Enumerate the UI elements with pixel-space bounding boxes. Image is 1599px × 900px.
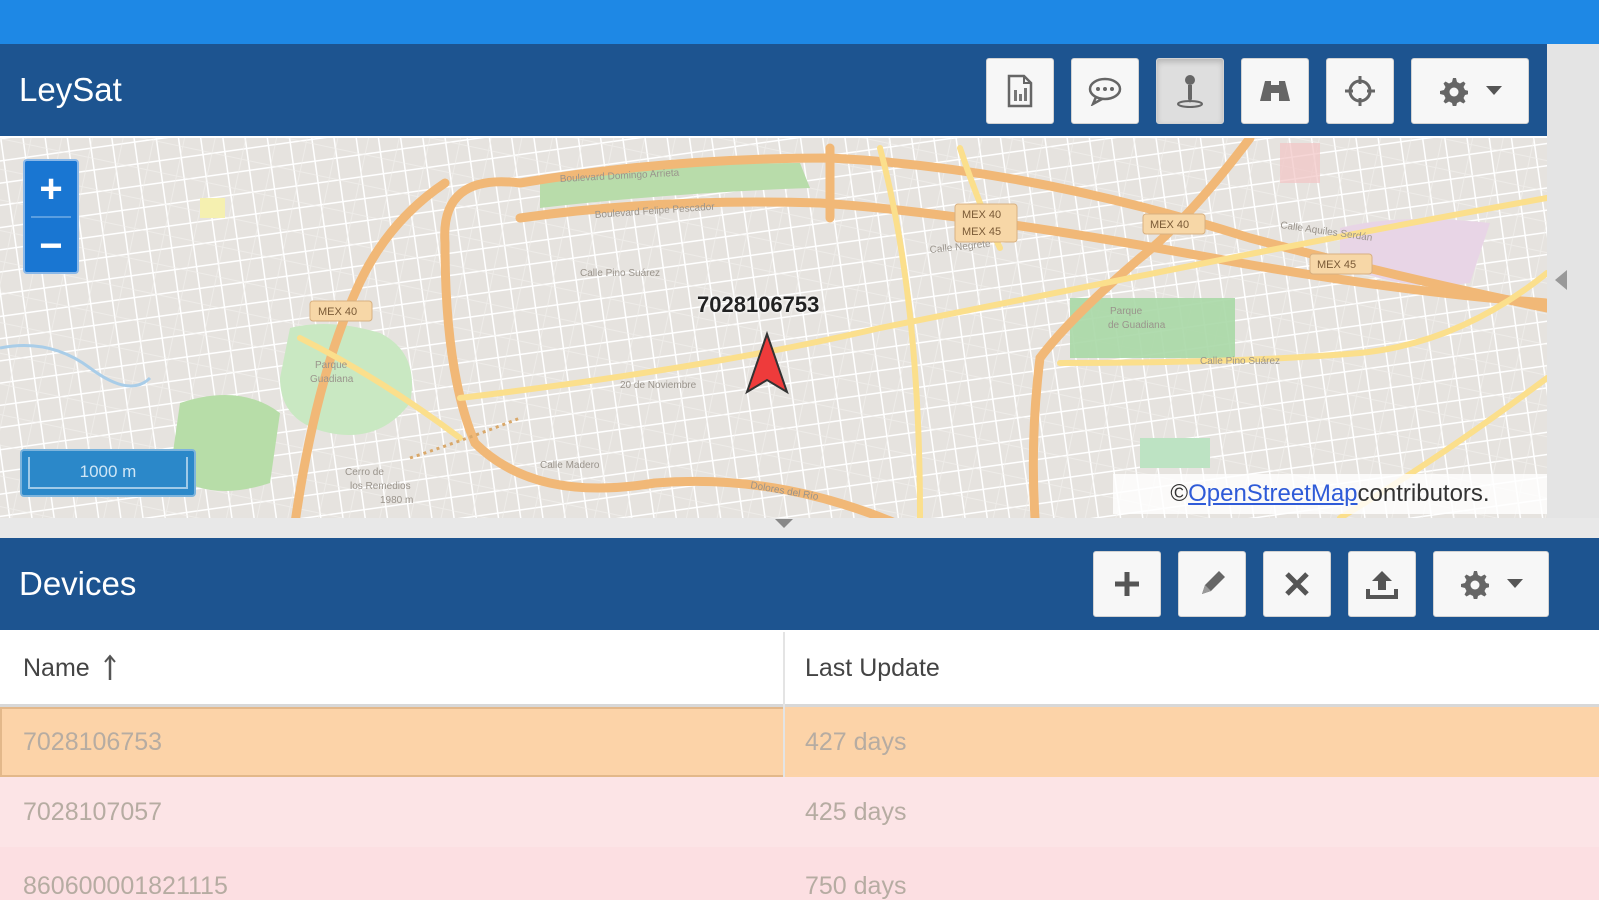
devices-settings-button[interactable]: [1433, 551, 1549, 617]
sort-ascending-icon: [103, 654, 116, 680]
column-separator: [783, 632, 785, 777]
scale-bar: 1000 m: [20, 449, 196, 497]
column-name-label: Name: [23, 653, 90, 682]
svg-text:20 de Noviembre: 20 de Noviembre: [620, 380, 697, 391]
settings-icon: [1461, 571, 1489, 599]
column-last-update[interactable]: Last Update: [805, 632, 940, 704]
follow-button[interactable]: [1241, 58, 1309, 124]
remove-device-button[interactable]: [1263, 551, 1331, 617]
attribution-prefix: ©: [1170, 480, 1189, 507]
map-view[interactable]: MEX 40 MEX 40 MEX 45 MEX 40 MEX 45 Boule…: [0, 138, 1547, 518]
caret-down-icon: [775, 519, 793, 528]
table-row[interactable]: 860600001821115 750 days: [0, 847, 1599, 900]
attribution-suffix: contributors.: [1357, 480, 1490, 507]
app-title: LeySat: [19, 71, 122, 108]
svg-text:Cerro de: Cerro de: [345, 467, 384, 478]
pencil-icon: [1202, 571, 1225, 594]
svg-text:Guadiana: Guadiana: [310, 374, 354, 385]
add-device-button[interactable]: [1093, 551, 1161, 617]
map-settings-button[interactable]: [1411, 58, 1529, 124]
map-tiles: MEX 40 MEX 40 MEX 45 MEX 40 MEX 45 Boule…: [0, 138, 1547, 518]
svg-text:de Guadiana: de Guadiana: [1108, 320, 1166, 331]
report-button[interactable]: [986, 58, 1054, 124]
caret-down-icon: [1507, 579, 1523, 588]
devices-table-header: Name Last Update: [0, 632, 1599, 707]
upload-icon: [1366, 571, 1398, 599]
svg-text:los Remedios: los Remedios: [350, 481, 411, 492]
device-name: 7028106753: [23, 727, 163, 756]
device-name: 7028107057: [23, 797, 163, 826]
device-name: 860600001821115: [23, 871, 228, 900]
svg-text:MEX 40: MEX 40: [962, 209, 1001, 221]
table-row[interactable]: 7028106753 427 days: [0, 707, 1599, 777]
upload-button[interactable]: [1348, 551, 1416, 617]
binoculars-icon: [1260, 81, 1290, 101]
marker-label: 7028106753: [697, 292, 820, 317]
center-button[interactable]: [1326, 58, 1394, 124]
top-bar: [0, 0, 1599, 44]
zoom-control: + −: [23, 159, 79, 274]
svg-text:1980 m: 1980 m: [380, 495, 413, 506]
svg-text:MEX 40: MEX 40: [318, 306, 357, 318]
map-attribution: © OpenStreetMap contributors.: [1113, 474, 1547, 514]
svg-text:Calle Pino Suárez: Calle Pino Suárez: [580, 268, 660, 279]
panel-splitter[interactable]: [0, 518, 1599, 538]
scale-label: 1000 m: [28, 457, 188, 489]
caret-left-icon: [1555, 270, 1567, 290]
svg-text:Parque: Parque: [315, 360, 348, 371]
report-icon: [1007, 74, 1033, 108]
svg-text:Parque: Parque: [1110, 306, 1143, 317]
sidebar-collapse-strip[interactable]: [1547, 44, 1599, 534]
command-button[interactable]: [1071, 58, 1139, 124]
close-icon: [1285, 572, 1309, 596]
caret-down-icon: [1486, 86, 1502, 95]
zoom-in-button[interactable]: +: [25, 161, 77, 216]
device-last-update: 750 days: [805, 871, 907, 900]
svg-text:Calle Pino Suárez: Calle Pino Suárez: [1200, 356, 1280, 367]
zoom-out-button[interactable]: −: [25, 218, 77, 273]
svg-text:MEX 40: MEX 40: [1150, 219, 1189, 231]
plus-icon: [1115, 572, 1139, 596]
settings-icon: [1440, 78, 1468, 106]
map-panel-header: LeySat: [0, 44, 1547, 136]
device-last-update: 425 days: [805, 797, 907, 826]
svg-text:Calle Madero: Calle Madero: [540, 460, 600, 471]
column-name[interactable]: Name: [23, 632, 116, 704]
crosshair-icon: [1345, 76, 1375, 106]
svg-text:MEX 45: MEX 45: [1317, 259, 1356, 271]
devices-title: Devices: [19, 565, 137, 602]
device-last-update: 427 days: [805, 727, 907, 756]
svg-text:MEX 45: MEX 45: [962, 226, 1001, 238]
geofence-button[interactable]: [1156, 58, 1224, 124]
table-row[interactable]: 7028107057 425 days: [0, 777, 1599, 847]
geofence-icon: [1177, 75, 1203, 108]
edit-device-button[interactable]: [1178, 551, 1246, 617]
message-icon: [1088, 77, 1122, 106]
openstreetmap-link[interactable]: OpenStreetMap: [1188, 480, 1357, 508]
